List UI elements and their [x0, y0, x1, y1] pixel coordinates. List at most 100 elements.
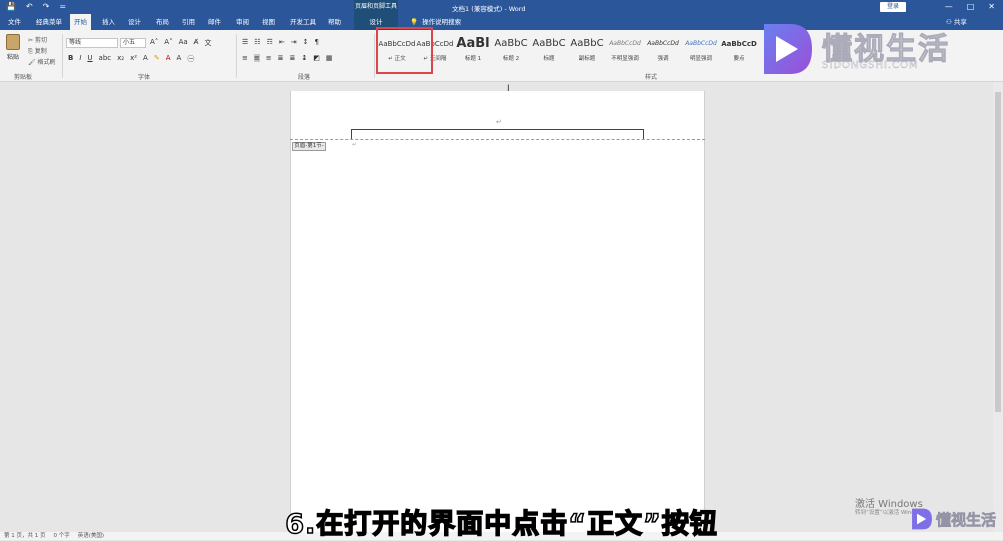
show-marks-icon[interactable]: ¶	[314, 38, 318, 46]
bullets-icon[interactable]: ☰	[242, 38, 248, 46]
underline-icon[interactable]: U	[87, 54, 92, 64]
format-painter-button[interactable]: 🖌 格式刷	[28, 57, 56, 66]
undo-icon[interactable]: ↶	[26, 3, 33, 11]
style-preview: AaBbCcDd	[685, 40, 717, 47]
watermark-logo-icon	[764, 24, 812, 74]
numbering-icon[interactable]: ☷	[254, 38, 260, 46]
quick-access-toolbar: 💾 ↶ ↷ =	[6, 3, 66, 11]
style-preview: AaBbCcDd	[647, 40, 679, 47]
style-name: 副标题	[578, 56, 596, 62]
tab-file[interactable]: 文件	[4, 14, 25, 30]
tab-design[interactable]: 设计	[124, 14, 145, 30]
style-name: 强调	[657, 56, 669, 62]
bold-icon[interactable]: B	[68, 54, 73, 64]
style-name: 不明显强调	[611, 56, 639, 62]
paste-label: 粘贴	[6, 54, 19, 61]
shrink-font-icon[interactable]: A˅	[164, 38, 172, 48]
align-right-icon[interactable]: ≡	[266, 54, 272, 62]
enclose-char-icon[interactable]: ㊀	[187, 54, 194, 64]
style-title[interactable]: AaBbC 标题	[530, 34, 568, 68]
ribbon-separator	[62, 34, 63, 78]
char-shading-icon[interactable]: A	[177, 54, 182, 64]
subscript-icon[interactable]: x₂	[117, 54, 124, 64]
style-name: 标题	[543, 56, 555, 62]
tab-insert[interactable]: 插入	[98, 14, 119, 30]
clipboard-icon	[6, 34, 20, 50]
redo-icon[interactable]: ↷	[43, 3, 50, 11]
superscript-icon[interactable]: x²	[130, 54, 137, 64]
style-preview: AaBbC	[494, 38, 528, 49]
style-strong[interactable]: AaBbCcD 要点	[720, 34, 758, 68]
italic-icon[interactable]: I	[79, 54, 81, 64]
maximize-icon[interactable]: □	[967, 2, 975, 11]
style-heading-2[interactable]: AaBbC 标题 2	[492, 34, 530, 68]
style-intense-emphasis[interactable]: AaBbCcDd 明显强调	[682, 34, 720, 68]
style-subtle-emphasis[interactable]: AaBbCcDd 不明显强调	[606, 34, 644, 68]
style-subtitle[interactable]: AaBbC 副标题	[568, 34, 606, 68]
document-page[interactable]	[290, 91, 705, 540]
cut-label: 剪切	[34, 37, 47, 44]
borders-icon[interactable]: ▦	[326, 54, 333, 62]
watermark-url: SIDONGSHI.COM	[822, 60, 919, 71]
decrease-indent-icon[interactable]: ⇤	[279, 38, 285, 46]
normal-style-highlight	[376, 27, 433, 74]
highlight-icon[interactable]: ✎	[154, 54, 160, 64]
sort-icon[interactable]: ↕	[303, 38, 309, 46]
increase-indent-icon[interactable]: ⇥	[291, 38, 297, 46]
tab-classic-menu[interactable]: 经典菜单	[32, 14, 66, 30]
font-name-select[interactable]: 等线	[66, 38, 118, 48]
copy-button[interactable]: ⎘ 复制	[28, 46, 47, 56]
paste-button[interactable]: 粘贴	[4, 34, 22, 64]
line-spacing-icon[interactable]: ↨	[301, 54, 307, 62]
style-emphasis[interactable]: AaBbCcDd 强调	[644, 34, 682, 68]
tab-help[interactable]: 帮助	[324, 14, 345, 30]
paragraph-group-label: 段落	[298, 74, 311, 81]
header-content-area[interactable]	[351, 129, 644, 139]
tab-home[interactable]: 开始	[70, 14, 91, 30]
font-color-icon[interactable]: A	[166, 54, 171, 64]
document-title: 文档1 (兼容模式) - Word	[452, 5, 526, 13]
justify-icon[interactable]: ≣	[278, 54, 284, 62]
styles-gallery: AaBbCcDd ↵ 正文 AaBbCcDd ↵ 无间隔 AaBl 标题 1 A…	[378, 34, 758, 68]
customize-qat-icon[interactable]: =	[59, 3, 66, 11]
vertical-scrollbar[interactable]	[993, 82, 1003, 540]
phonetic-icon[interactable]: 文	[204, 38, 211, 48]
close-icon[interactable]: ✕	[988, 2, 995, 11]
clear-format-icon[interactable]: A̸	[194, 38, 199, 48]
clipboard-group-label: 剪贴板	[14, 74, 33, 81]
text-effects-icon[interactable]: A	[143, 54, 148, 64]
tab-view[interactable]: 视图	[258, 14, 279, 30]
save-icon[interactable]: 💾	[6, 3, 16, 11]
font-group-label: 字体	[138, 74, 151, 81]
window-controls: — □ ✕	[945, 2, 995, 11]
align-center-icon[interactable]: ≡	[253, 54, 260, 62]
style-preview: AaBbC	[532, 38, 566, 49]
minimize-icon[interactable]: —	[945, 2, 953, 11]
tab-review[interactable]: 审阅	[232, 14, 253, 30]
font-size-select[interactable]: 小五	[120, 38, 146, 48]
tab-references[interactable]: 引用	[178, 14, 199, 30]
paragraph-controls-bottom: ≡ ≡ ≡ ≣ ≣ ↨ ◩ ▦	[242, 54, 333, 62]
header-paragraph-mark: ↵	[496, 118, 502, 126]
login-button[interactable]: 登录	[880, 2, 906, 12]
style-preview: AaBl	[456, 36, 490, 51]
font-size-controls: A˄ A˅ Aa A̸ 文	[150, 38, 211, 48]
body-paragraph-mark: ↵	[352, 141, 358, 148]
context-tool-label: 页眉和页脚工具	[354, 0, 398, 14]
style-heading-1[interactable]: AaBl 标题 1	[454, 34, 492, 68]
shading-icon[interactable]: ◩	[313, 54, 320, 62]
tab-mailings[interactable]: 邮件	[204, 14, 225, 30]
tab-developer[interactable]: 开发工具	[286, 14, 320, 30]
scrollbar-thumb[interactable]	[995, 92, 1001, 412]
tab-layout[interactable]: 布局	[152, 14, 173, 30]
strikethrough-icon[interactable]: abc	[99, 54, 112, 64]
multilevel-icon[interactable]: ☶	[267, 38, 273, 46]
style-name: 明显强调	[689, 56, 712, 62]
cut-button[interactable]: ✂ 剪切	[28, 35, 47, 44]
style-name: 标题 1	[464, 56, 482, 62]
align-left-icon[interactable]: ≡	[242, 54, 248, 62]
distributed-icon[interactable]: ≣	[290, 54, 296, 62]
grow-font-icon[interactable]: A˄	[150, 38, 158, 48]
change-case-icon[interactable]: Aa	[179, 38, 188, 48]
style-preview: AaBbCcD	[721, 40, 757, 48]
